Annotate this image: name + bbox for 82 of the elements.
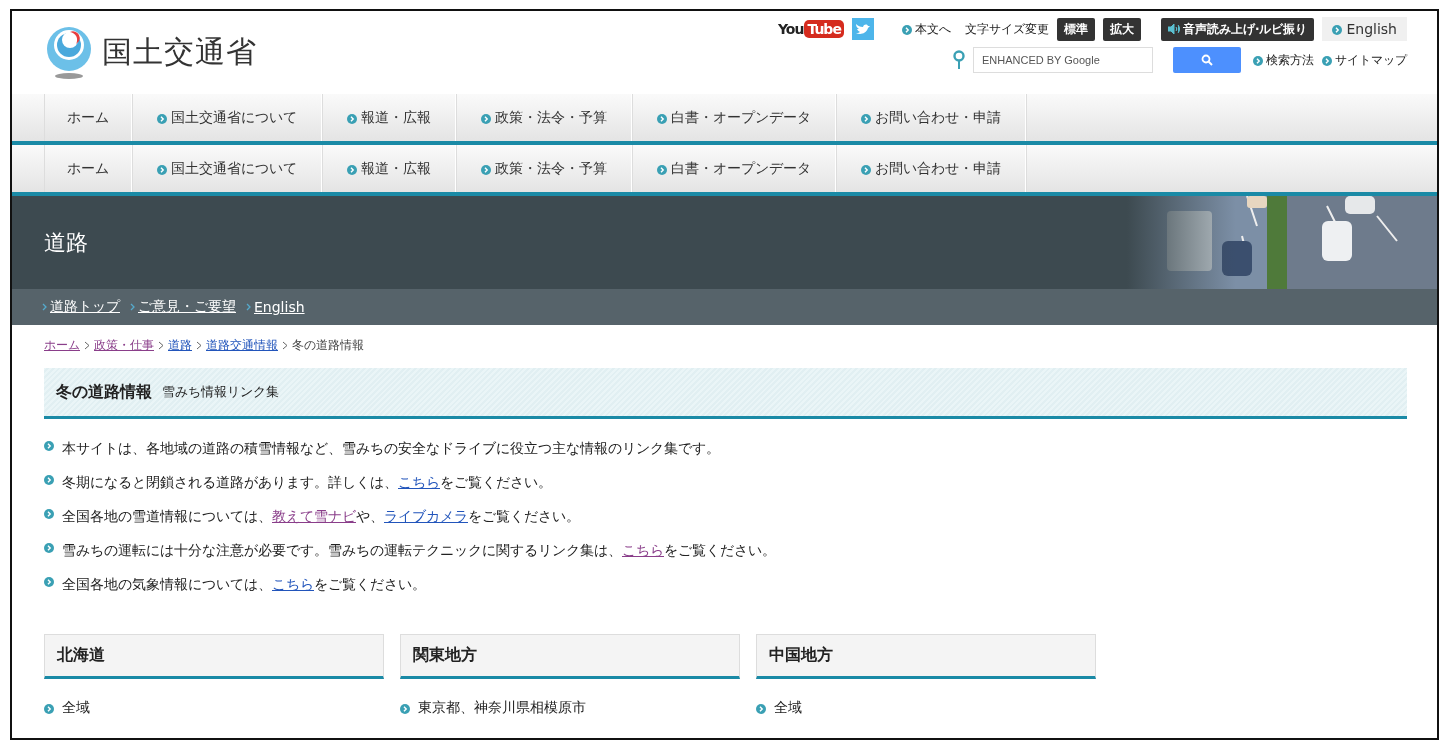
font-size-button[interactable]: 拡大 xyxy=(1102,17,1141,41)
chevron-icon xyxy=(246,303,251,311)
english-button[interactable]: English xyxy=(1322,17,1407,41)
chevron-icon xyxy=(282,341,288,350)
note-text: 雪みちの運転には十分な注意が必要です。雪みちの運転テクニックに関するリンク集は、こちら をご覧ください。 xyxy=(62,541,776,560)
arrow-circle-icon xyxy=(44,543,54,553)
breadcrumb-link[interactable]: 道路交通情報 xyxy=(206,337,278,354)
breadcrumb-current: 冬の道路情報 xyxy=(292,337,364,354)
font-size-button[interactable]: 標準 xyxy=(1056,17,1095,41)
header-link[interactable]: 検索方法 xyxy=(1253,51,1314,69)
chevron-icon xyxy=(158,341,164,350)
nav-item[interactable]: ホーム xyxy=(44,94,132,141)
region-link[interactable]: 全域 xyxy=(756,699,1096,717)
arrow-circle-icon xyxy=(1332,25,1343,35)
breadcrumb-link[interactable]: ホーム xyxy=(44,337,80,354)
nav-item[interactable]: 政策・法令・予算 xyxy=(456,145,632,192)
arrow-circle-icon xyxy=(901,25,912,35)
note-text: 冬期になると閉鎖される道路があります。詳しくは、こちら をご覧ください。 xyxy=(62,473,552,492)
arrow-circle-icon xyxy=(347,113,357,124)
inline-link[interactable]: こちら xyxy=(398,474,440,490)
arrow-circle-icon xyxy=(157,164,167,175)
bird-icon[interactable] xyxy=(851,18,874,40)
inline-link[interactable]: こちら xyxy=(272,576,314,592)
nav-item[interactable]: 白書・オープンデータ xyxy=(632,94,836,141)
arrow-circle-icon xyxy=(44,704,54,714)
search-button[interactable] xyxy=(1173,47,1241,73)
arrow-circle-icon xyxy=(481,113,491,124)
nav-item[interactable]: 政策・法令・予算 xyxy=(456,94,632,141)
inline-link[interactable]: 教えて雪ナビ xyxy=(272,508,356,524)
chevron-icon xyxy=(42,303,47,311)
arrow-circle-icon xyxy=(44,441,54,451)
page-subtitle: 雪みち情報リンク集 xyxy=(162,383,279,401)
note-text: 全国各地の雪道情報については、教えて雪ナビや、ライブカメラ をご覧ください。 xyxy=(62,507,580,526)
nav-item[interactable]: 国土交通省について xyxy=(132,145,322,192)
chevron-icon xyxy=(84,341,90,350)
search-field[interactable]: ENHANCED BY Google xyxy=(973,47,1153,73)
breadcrumb-link[interactable]: 政策・仕事 xyxy=(94,337,154,354)
arrow-circle-icon xyxy=(400,704,410,714)
page-heading: 冬の道路情報 xyxy=(56,381,152,403)
chevron-icon xyxy=(130,303,135,311)
arrow-circle-icon xyxy=(756,704,766,714)
nav-item[interactable]: 報道・広報 xyxy=(322,145,456,192)
arrow-circle-icon xyxy=(481,164,491,175)
search-icon xyxy=(1201,54,1213,66)
banner-title: 道路 xyxy=(44,228,88,257)
arrow-circle-icon xyxy=(44,577,54,587)
sub-nav-link[interactable]: 道路トップ xyxy=(42,298,120,316)
speaker-icon xyxy=(1167,24,1180,34)
nav-item[interactable]: 白書・オープンデータ xyxy=(632,145,836,192)
skip-link[interactable]: 本文へ xyxy=(901,20,951,38)
arrow-circle-icon xyxy=(657,164,667,175)
sub-nav-link[interactable]: ご意見・ご要望 xyxy=(130,298,236,316)
region-link[interactable]: 東京都、神奈川県相模原市 xyxy=(400,699,740,717)
inline-link[interactable]: こちら xyxy=(622,542,664,558)
region-heading: 関東地方 xyxy=(400,634,740,679)
arrow-circle-icon xyxy=(347,164,357,175)
nav-item[interactable]: 国土交通省について xyxy=(132,94,322,141)
note-text: 本サイトは、各地域の道路の積雪情報など、雪みちの安全なドライブに役立つ主な情報のリンク集です。 xyxy=(62,439,720,458)
speech-button[interactable]: 音声読み上げ·ルビ振り xyxy=(1160,17,1315,41)
arrow-circle-icon xyxy=(861,164,871,175)
inline-link[interactable]: ライブカメラ xyxy=(384,508,468,524)
arrow-circle-icon xyxy=(861,113,871,124)
font-size-label: 文字サイズ変更 xyxy=(964,20,1049,38)
sub-nav-link[interactable]: English xyxy=(246,299,305,315)
logo-icon xyxy=(44,25,94,80)
region-link[interactable]: 全域 xyxy=(44,699,384,717)
nav-item[interactable]: 報道・広報 xyxy=(322,94,456,141)
arrow-circle-icon xyxy=(44,509,54,519)
chevron-icon xyxy=(196,341,202,350)
arrow-circle-icon xyxy=(657,113,667,124)
arrow-circle-icon xyxy=(157,113,167,124)
nav-item[interactable]: ホーム xyxy=(44,145,132,192)
region-heading: 北海道 xyxy=(44,634,384,679)
region-heading: 中国地方 xyxy=(756,634,1096,679)
arrow-circle-icon xyxy=(1322,56,1332,66)
note-text: 全国各地の気象情報については、こちら をご覧ください。 xyxy=(62,575,426,594)
site-title: 国土交通省 xyxy=(102,33,257,71)
pin-icon xyxy=(953,50,965,70)
breadcrumb-link[interactable]: 道路 xyxy=(168,337,192,354)
header-link[interactable]: サイトマップ xyxy=(1322,51,1407,69)
arrow-circle-icon xyxy=(44,475,54,485)
arrow-circle-icon xyxy=(1253,56,1263,66)
